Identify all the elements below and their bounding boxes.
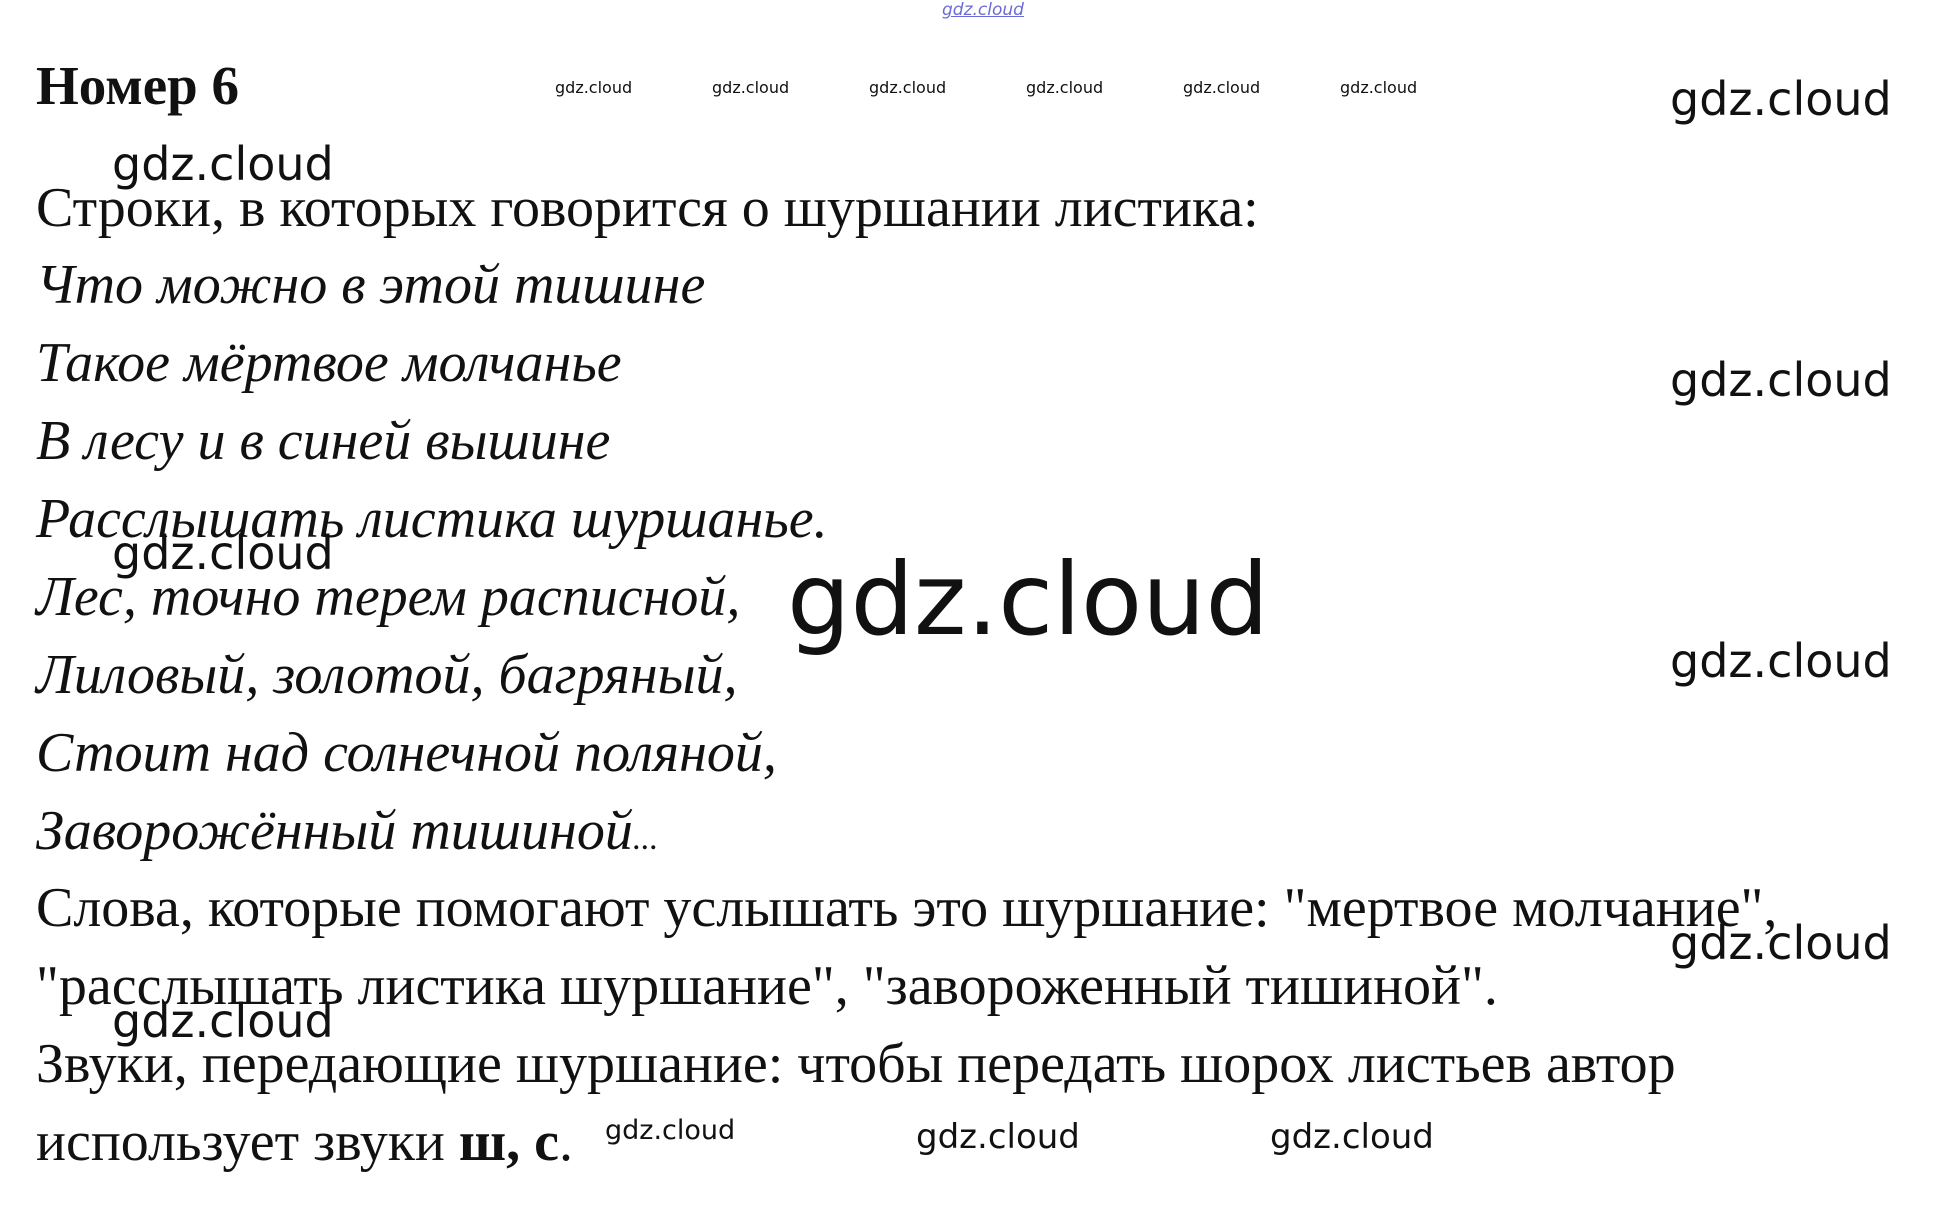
poem-line-5: Лес, точно терем расписной, <box>36 566 741 628</box>
poem-line-8-text: Заворожённый тишиной <box>36 800 633 862</box>
poem-line-8: Заворожённый тишиной... <box>36 803 658 859</box>
watermark-bottom-2: gdz.cloud <box>916 1117 1080 1157</box>
watermark-bottom-1: gdz.cloud <box>605 1115 736 1146</box>
watermark-right-3: gdz.cloud <box>1670 634 1892 688</box>
sounds-paragraph-line-1: Звуки, передающие шуршание: чтобы переда… <box>36 1033 1676 1095</box>
watermark-small-2: gdz.cloud <box>712 78 790 97</box>
page-title: Номер 6 <box>36 55 239 116</box>
poem-ellipsis: ... <box>632 820 659 857</box>
sounds-suffix: . <box>559 1111 574 1173</box>
watermark-small-4: gdz.cloud <box>1026 78 1104 97</box>
poem-line-1: Что можно в этой тишине <box>36 254 706 316</box>
words-paragraph-line-2: "расслышать листика шуршание", "завороже… <box>36 955 1498 1017</box>
sounds-paragraph-line-2: использует звуки ш, с. <box>36 1114 573 1170</box>
sounds-prefix: использует звуки <box>36 1111 459 1173</box>
watermark-right-1: gdz.cloud <box>1670 72 1892 126</box>
watermark-small-3: gdz.cloud <box>869 78 947 97</box>
watermark-bottom-3: gdz.cloud <box>1270 1117 1434 1157</box>
watermark-small-6: gdz.cloud <box>1340 78 1418 97</box>
watermark-right-2: gdz.cloud <box>1670 353 1892 407</box>
poem-line-7: Стоит над солнечной поляной, <box>36 722 777 784</box>
sounds-letters: ш, с <box>458 1111 560 1173</box>
watermark-center: gdz.cloud <box>787 541 1270 658</box>
poem-line-6: Лиловый, золотой, багряный, <box>36 644 738 706</box>
words-paragraph-line-1: Слова, которые помогают услышать это шур… <box>36 877 1778 939</box>
watermark-small-5: gdz.cloud <box>1183 78 1261 97</box>
poem-line-3: В лесу и в синей вышине <box>36 410 611 472</box>
poem-line-2: Такое мёртвое молчанье <box>36 332 622 394</box>
poem-line-4: Расслышать листика шуршанье. <box>36 488 828 550</box>
watermark-top: gdz.cloud <box>942 0 1024 20</box>
intro-text: Строки, в которых говорится о шуршании л… <box>36 177 1259 239</box>
watermark-small-1: gdz.cloud <box>555 78 633 97</box>
